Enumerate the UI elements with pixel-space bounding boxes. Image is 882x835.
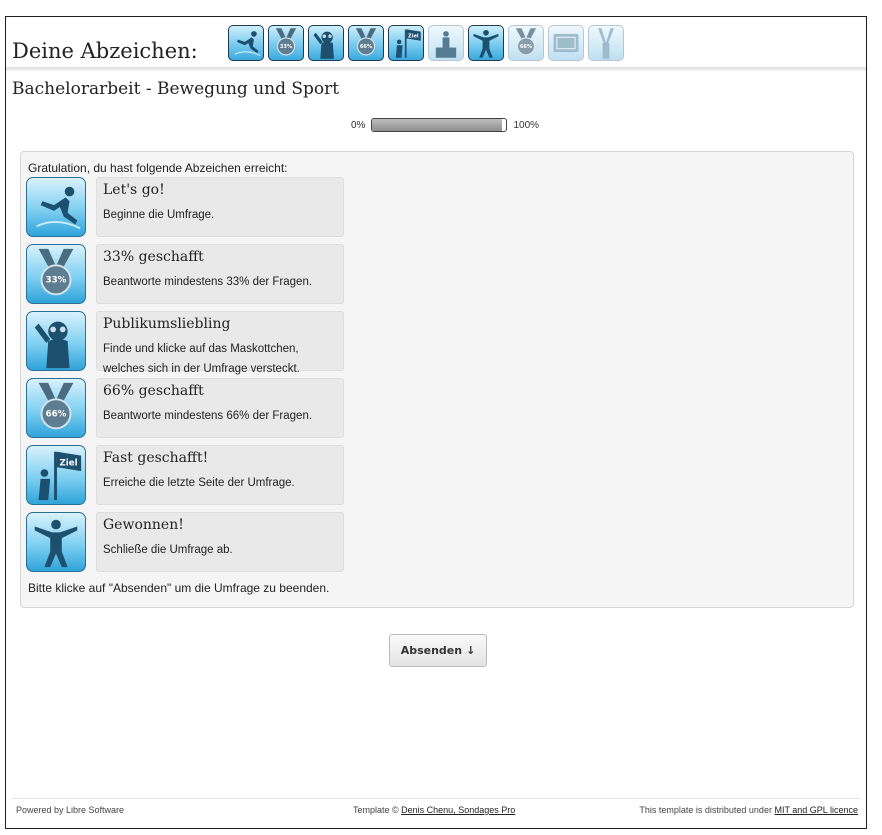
- submit-instruction: Bitte klicke auf "Absenden" um die Umfra…: [28, 581, 330, 595]
- medal-33-icon: 33%: [26, 244, 86, 304]
- license-link[interactable]: MIT and GPL licence: [774, 805, 858, 815]
- submit-button[interactable]: Absenden ↓: [389, 634, 487, 667]
- footer-powered-by: Powered by Libre Software: [16, 805, 125, 815]
- badge-header: Deine Abzeichen: 33% 66% Ziel 66%: [6, 17, 866, 71]
- footer-divider: [12, 798, 860, 799]
- footer-license: This template is distributed under MIT a…: [639, 805, 858, 815]
- svg-text:66%: 66%: [360, 44, 372, 50]
- achievement-title: Gewonnen!: [103, 517, 184, 533]
- cheering-arms-icon: [588, 25, 624, 61]
- progress-bar: [371, 118, 508, 132]
- achievements-intro: Gratulation, du hast folgende Abzeichen …: [28, 161, 288, 175]
- achievements-list: Let's go! Beginne die Umfrage. 33% 33% gesc…: [26, 177, 356, 579]
- svg-text:66%: 66%: [46, 410, 67, 420]
- achievement-title: 66% geschafft: [103, 383, 204, 399]
- medal-locked-icon: 66%: [508, 25, 544, 61]
- template-author-link[interactable]: Denis Chenu, Sondages Pro: [401, 805, 515, 815]
- achievement-description: Beginne die Umfrage.: [103, 209, 215, 221]
- achievement-description: Beantworte mindestens 66% der Fragen.: [103, 410, 313, 422]
- progress-max-label: 100%: [513, 119, 540, 131]
- medal-66-icon: 66%: [26, 378, 86, 438]
- template-credit-prefix: Template ©: [353, 805, 402, 815]
- achievement-item: Ziel Fast geschafft! Erreiche die letzte S…: [26, 445, 356, 507]
- download-arrow-icon: ↓: [466, 644, 476, 657]
- survey-frame: Deine Abzeichen: 33% 66% Ziel 66% Bachelora…: [5, 16, 867, 829]
- finish-line-icon: [26, 512, 86, 572]
- submit-label: Absenden: [400, 644, 463, 657]
- achievement-description: Finde und klicke auf das Maskottchen, we…: [103, 343, 300, 375]
- survey-title: Bachelorarbeit - Bewegung und Sport: [12, 79, 340, 99]
- achievement-title: Let's go!: [103, 182, 165, 198]
- runner-start-icon: [228, 25, 264, 61]
- license-prefix: This template is distributed under: [639, 805, 775, 815]
- runner-start-icon: [26, 177, 86, 237]
- achievements-panel: Gratulation, du hast folgende Abzeichen …: [20, 151, 854, 608]
- svg-text:Ziel: Ziel: [59, 458, 77, 468]
- achievement-text: Let's go! Beginne die Umfrage.: [96, 177, 344, 237]
- finish-flag-icon: Ziel: [26, 445, 86, 505]
- achievement-item: Let's go! Beginne die Umfrage.: [26, 177, 356, 239]
- achievement-description: Erreiche die letzte Seite der Umfrage.: [103, 477, 295, 489]
- achievement-description: Beantworte mindestens 33% der Fragen.: [103, 276, 313, 288]
- ticket-icon: [548, 25, 584, 61]
- achievement-text: Fast geschafft! Erreiche die letzte Seite…: [96, 445, 344, 505]
- svg-text:33%: 33%: [280, 44, 292, 50]
- medal-33-icon: 33%: [268, 25, 304, 61]
- achievement-text: Gewonnen! Schließe die Umfrage ab.: [96, 512, 344, 572]
- svg-text:66%: 66%: [520, 44, 532, 50]
- badge-strip: 33% 66% Ziel 66%: [228, 25, 624, 65]
- finish-flag-icon: Ziel: [388, 25, 424, 61]
- mascot-icon: [308, 25, 344, 61]
- header-divider: [6, 67, 866, 71]
- progress-indicator: 0% 100%: [351, 118, 539, 132]
- footer-template-credit: Template © Denis Chenu, Sondages Pro: [353, 805, 515, 815]
- progress-fill: [372, 119, 503, 131]
- svg-text:Ziel: Ziel: [408, 33, 419, 39]
- achievement-title: Fast geschafft!: [103, 450, 209, 466]
- finish-line-icon: [468, 25, 504, 61]
- achievement-item: Publikumsliebling Finde und klicke auf da…: [26, 311, 356, 375]
- progress-min-label: 0%: [351, 119, 366, 131]
- achievement-item: 33% 33% geschafft Beantworte mindestens 33…: [26, 244, 356, 306]
- svg-text:33%: 33%: [46, 276, 67, 286]
- podium-icon: [428, 25, 464, 61]
- achievement-text: Publikumsliebling Finde und klicke auf da…: [96, 311, 344, 375]
- badges-heading: Deine Abzeichen:: [12, 39, 198, 63]
- achievement-title: 33% geschafft: [103, 249, 204, 265]
- achievement-item: 66% 66% geschafft Beantworte mindestens 66…: [26, 378, 356, 440]
- achievement-description: Schließe die Umfrage ab.: [103, 544, 233, 556]
- medal-66-icon: 66%: [348, 25, 384, 61]
- achievement-text: 66% geschafft Beantworte mindestens 66% d…: [96, 378, 344, 438]
- mascot-icon: [26, 311, 86, 371]
- achievement-text: 33% geschafft Beantworte mindestens 33% d…: [96, 244, 344, 304]
- achievement-item: Gewonnen! Schließe die Umfrage ab.: [26, 512, 356, 574]
- achievement-title: Publikumsliebling: [103, 316, 231, 332]
